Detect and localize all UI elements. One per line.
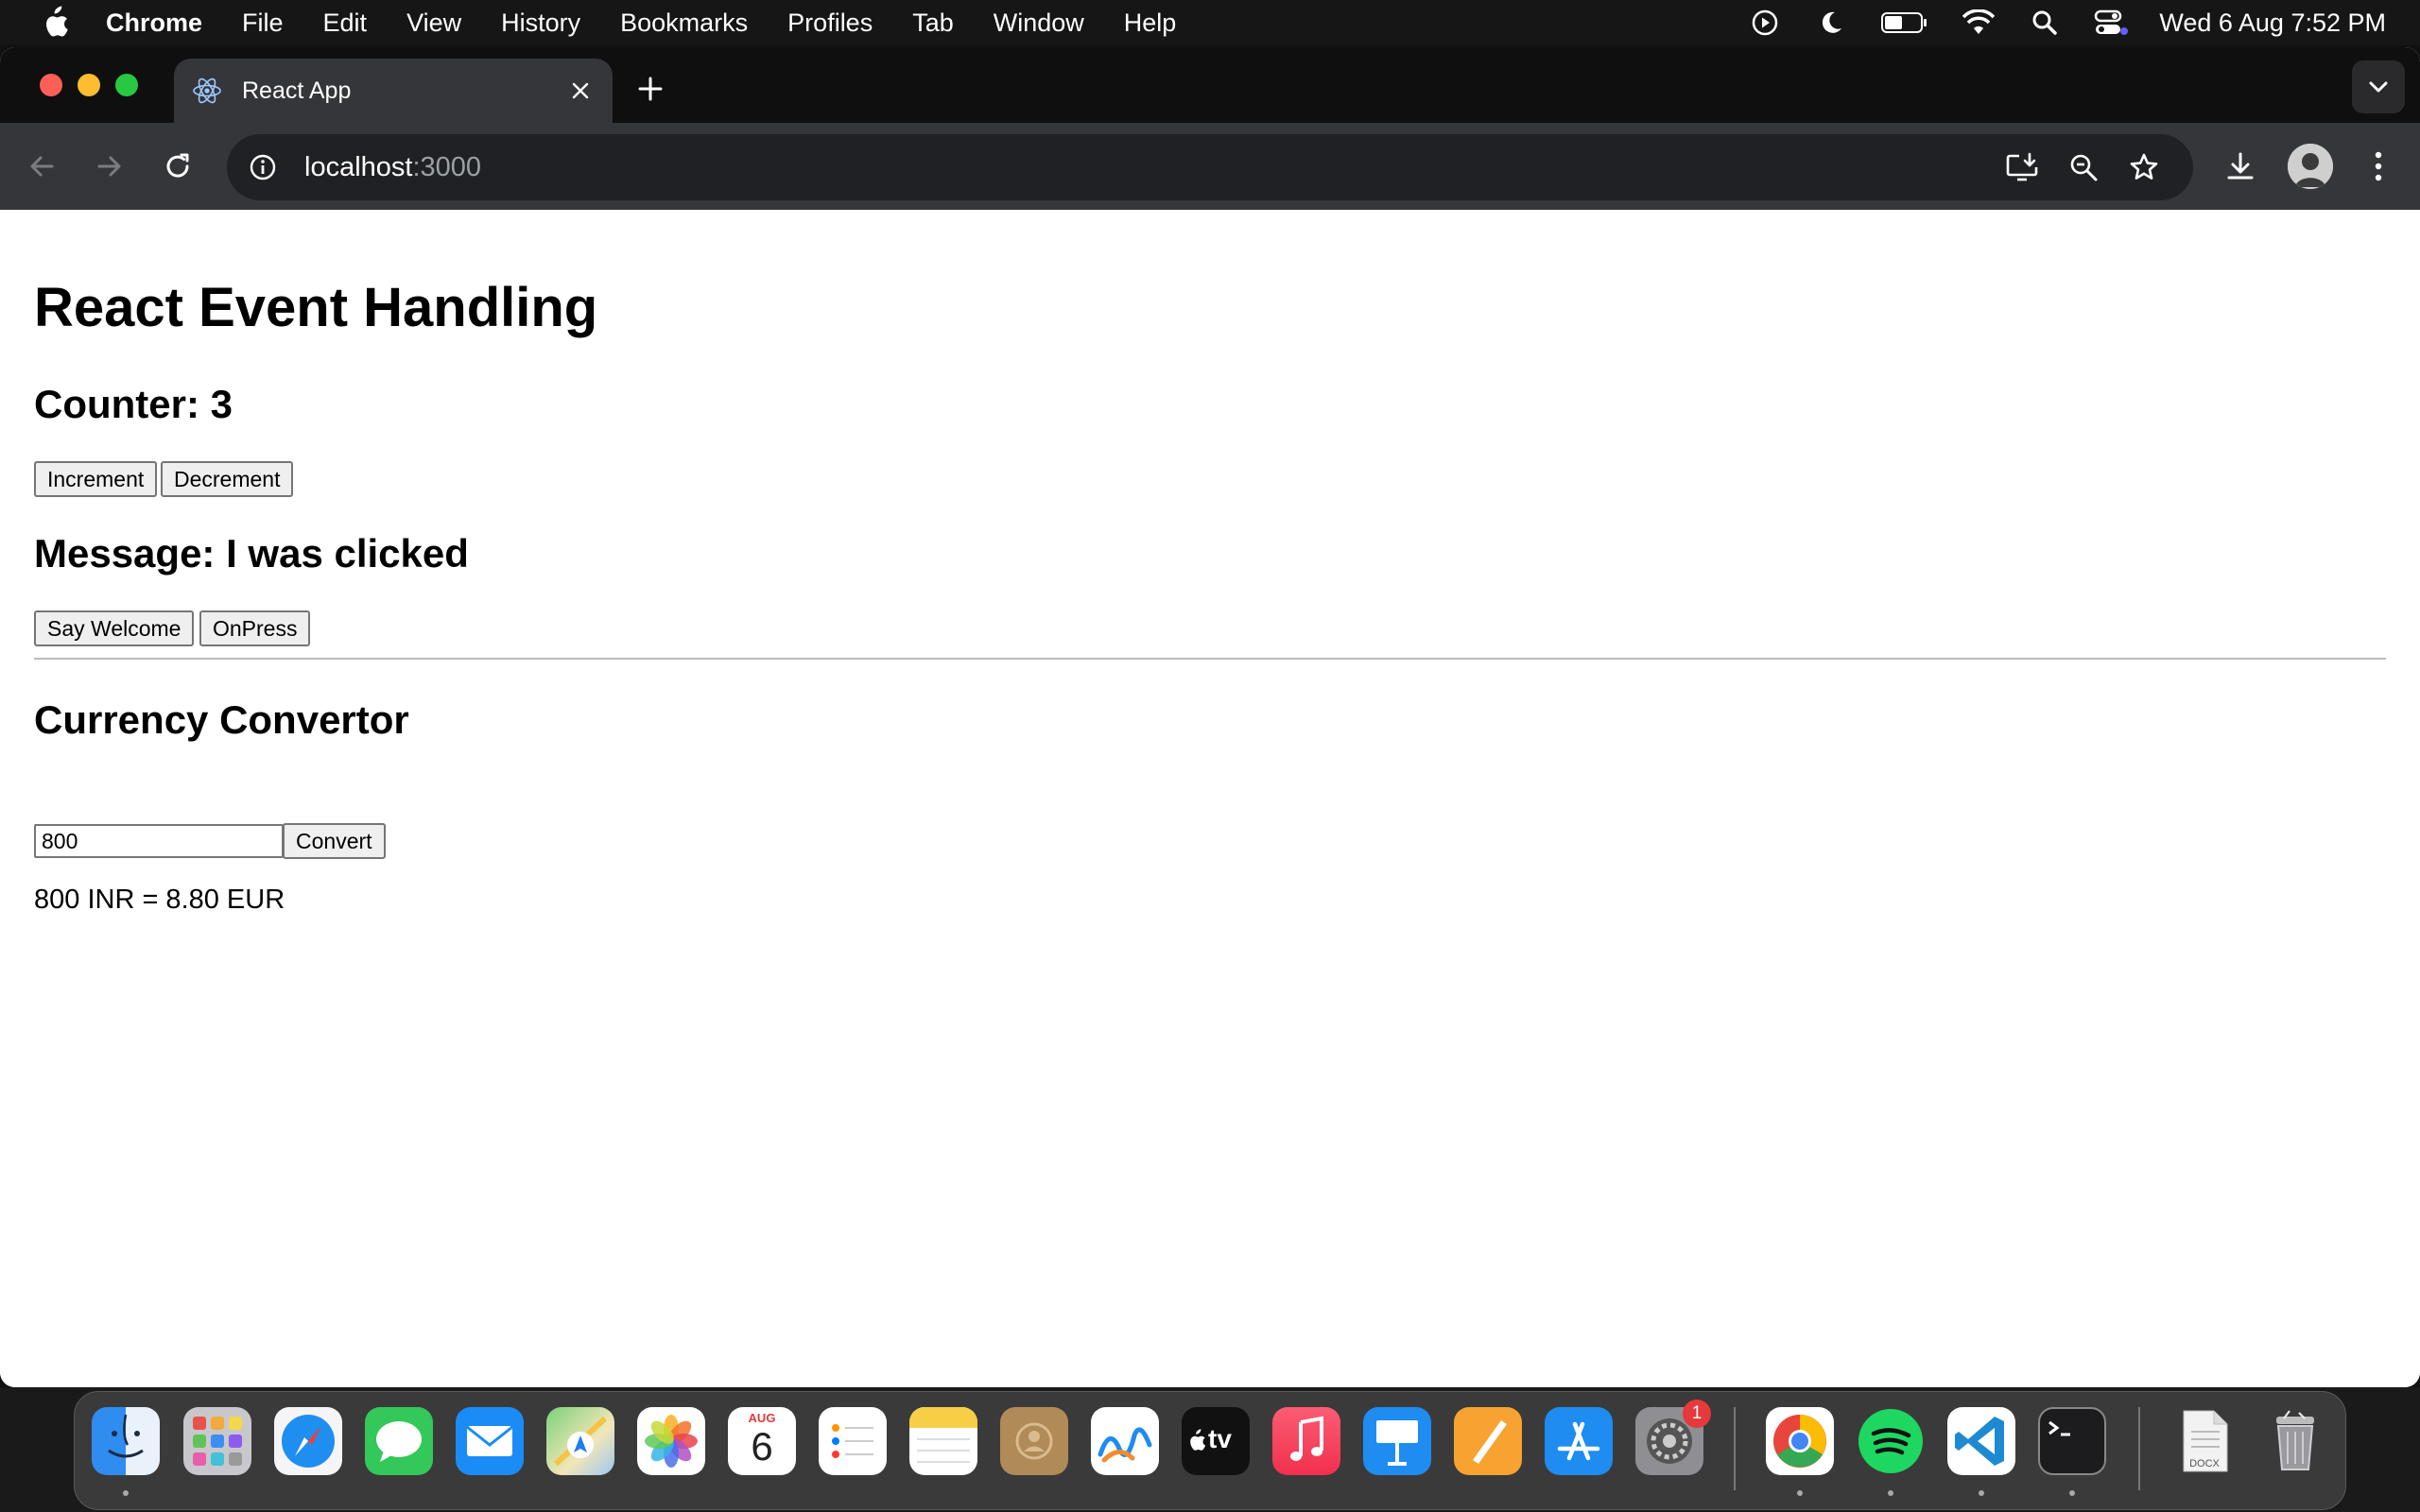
onpress-button[interactable]: OnPress bbox=[199, 610, 311, 646]
dock-messages-icon[interactable] bbox=[365, 1407, 433, 1475]
dock-calendar-icon[interactable]: AUG 6 bbox=[728, 1407, 796, 1475]
moon-icon[interactable] bbox=[1813, 5, 1849, 41]
tab-strip: React App bbox=[0, 47, 2420, 123]
apple-logo-icon[interactable] bbox=[38, 6, 70, 40]
site-info-icon[interactable] bbox=[242, 146, 284, 188]
status-area: Wed 6 Aug 7:52 PM bbox=[1747, 0, 2420, 45]
menu-bookmarks[interactable]: Bookmarks bbox=[620, 9, 748, 38]
menubar-clock[interactable]: Wed 6 Aug 7:52 PM bbox=[2159, 9, 2386, 38]
amount-input[interactable] bbox=[34, 824, 284, 858]
back-arrow-icon[interactable] bbox=[21, 146, 62, 187]
counter-heading: Counter: 3 bbox=[34, 382, 233, 426]
dock-separator bbox=[1734, 1407, 1736, 1490]
bookmark-star-icon[interactable] bbox=[2123, 146, 2165, 188]
dock-mail-icon[interactable] bbox=[456, 1407, 524, 1475]
tv-label: tv bbox=[1208, 1424, 1232, 1453]
menu-window[interactable]: Window bbox=[994, 9, 1084, 38]
omnibox-actions bbox=[1983, 146, 2165, 188]
running-indicator bbox=[1797, 1490, 1803, 1496]
menu-tab[interactable]: Tab bbox=[912, 9, 954, 38]
browser-window: React App localhost:3000 React Event Han… bbox=[0, 47, 2420, 1387]
dock-tv-icon[interactable]: tv bbox=[1182, 1407, 1250, 1475]
divider bbox=[34, 658, 2386, 660]
dock-pages-icon[interactable] bbox=[1454, 1407, 1522, 1475]
dock-system-settings-icon[interactable]: 1 bbox=[1635, 1400, 1711, 1475]
tab-search-chevron-icon[interactable] bbox=[2352, 60, 2405, 113]
dock: AUG 6 tv 1 DOCX bbox=[74, 1391, 2346, 1510]
tab-react-app[interactable]: React App bbox=[174, 59, 613, 123]
forward-arrow-icon[interactable] bbox=[89, 146, 130, 187]
docx-label: DOCX bbox=[2189, 1458, 2220, 1469]
menu-file[interactable]: File bbox=[242, 9, 284, 38]
dock-safari-icon[interactable] bbox=[274, 1407, 342, 1475]
dock-freeform-icon[interactable] bbox=[1091, 1407, 1159, 1475]
dock-vscode-icon[interactable] bbox=[1947, 1407, 2015, 1475]
dock-app-store-icon[interactable] bbox=[1545, 1407, 1613, 1475]
battery-icon[interactable] bbox=[1879, 5, 1930, 41]
profile-avatar[interactable] bbox=[2288, 144, 2333, 189]
wifi-icon[interactable] bbox=[1961, 5, 1996, 41]
decrement-button[interactable]: Decrement bbox=[161, 461, 294, 497]
menu-bar: Chrome File Edit View History Bookmarks … bbox=[0, 0, 2420, 45]
address-bar[interactable]: localhost:3000 bbox=[227, 134, 2193, 200]
calendar-month: AUG bbox=[748, 1411, 776, 1425]
control-center-icon[interactable] bbox=[2093, 5, 2129, 41]
dock-reminders-icon[interactable] bbox=[819, 1407, 887, 1475]
close-window-button[interactable] bbox=[40, 74, 62, 96]
menu-help[interactable]: Help bbox=[1124, 9, 1177, 38]
download-icon[interactable] bbox=[2218, 144, 2263, 189]
dock-docx-file-icon[interactable]: DOCX bbox=[2170, 1407, 2238, 1475]
spotlight-search-icon[interactable] bbox=[2027, 5, 2063, 41]
page-title: React Event Handling bbox=[34, 277, 598, 338]
say-welcome-button[interactable]: Say Welcome bbox=[34, 610, 195, 646]
dock-music-icon[interactable] bbox=[1272, 1407, 1340, 1475]
calendar-day: 6 bbox=[751, 1424, 773, 1469]
dock-contacts-icon[interactable] bbox=[1000, 1407, 1068, 1475]
react-logo-icon bbox=[191, 75, 223, 107]
menu-edit[interactable]: Edit bbox=[323, 9, 368, 38]
dock-finder-icon[interactable] bbox=[92, 1407, 160, 1475]
menu-app-name[interactable]: Chrome bbox=[106, 9, 202, 38]
currency-heading: Currency Convertor bbox=[34, 697, 409, 742]
browser-toolbar: localhost:3000 bbox=[0, 123, 2420, 210]
close-tab-icon[interactable] bbox=[562, 72, 599, 110]
notification-badge: 1 bbox=[1683, 1400, 1711, 1428]
dock-chrome-icon[interactable] bbox=[1766, 1407, 1834, 1475]
dock-terminal-icon[interactable] bbox=[2038, 1407, 2106, 1475]
dock-maps-icon[interactable] bbox=[546, 1407, 614, 1475]
install-app-icon[interactable] bbox=[2002, 146, 2044, 188]
convert-button[interactable]: Convert bbox=[283, 823, 386, 859]
url-port: :3000 bbox=[412, 151, 482, 182]
tab-title: React App bbox=[242, 77, 352, 104]
running-indicator bbox=[2069, 1490, 2075, 1496]
url-host: localhost bbox=[304, 151, 413, 182]
new-tab-icon[interactable] bbox=[631, 70, 669, 108]
page-content: React Event Handling Counter: 3 Incremen… bbox=[0, 210, 2420, 1387]
running-indicator bbox=[1979, 1490, 1984, 1496]
dock-spotify-icon[interactable] bbox=[1857, 1407, 1925, 1475]
menu-profiles[interactable]: Profiles bbox=[787, 9, 873, 38]
dock-separator bbox=[2138, 1407, 2140, 1490]
play-circle-icon[interactable] bbox=[1747, 5, 1783, 41]
more-options-icon[interactable] bbox=[2356, 144, 2401, 189]
message-heading: Message: I was clicked bbox=[34, 531, 469, 576]
running-indicator bbox=[1888, 1490, 1893, 1496]
reload-icon[interactable] bbox=[157, 146, 199, 187]
menu-view[interactable]: View bbox=[406, 9, 461, 38]
zoom-window-button[interactable] bbox=[115, 74, 138, 96]
dock-photos-icon[interactable] bbox=[637, 1407, 705, 1475]
dock-trash-icon[interactable] bbox=[2261, 1407, 2329, 1475]
dock-keynote-icon[interactable] bbox=[1363, 1407, 1431, 1475]
dock-notes-icon[interactable] bbox=[909, 1407, 977, 1475]
dock-launchpad-icon[interactable] bbox=[183, 1407, 251, 1475]
conversion-result: 800 INR = 8.80 EUR bbox=[34, 885, 285, 915]
running-indicator bbox=[123, 1490, 129, 1496]
url-text[interactable]: localhost:3000 bbox=[304, 152, 481, 183]
increment-button[interactable]: Increment bbox=[34, 461, 158, 497]
minimize-window-button[interactable] bbox=[78, 74, 100, 96]
menu-history[interactable]: History bbox=[501, 9, 580, 38]
zoom-out-icon[interactable] bbox=[2063, 146, 2104, 188]
